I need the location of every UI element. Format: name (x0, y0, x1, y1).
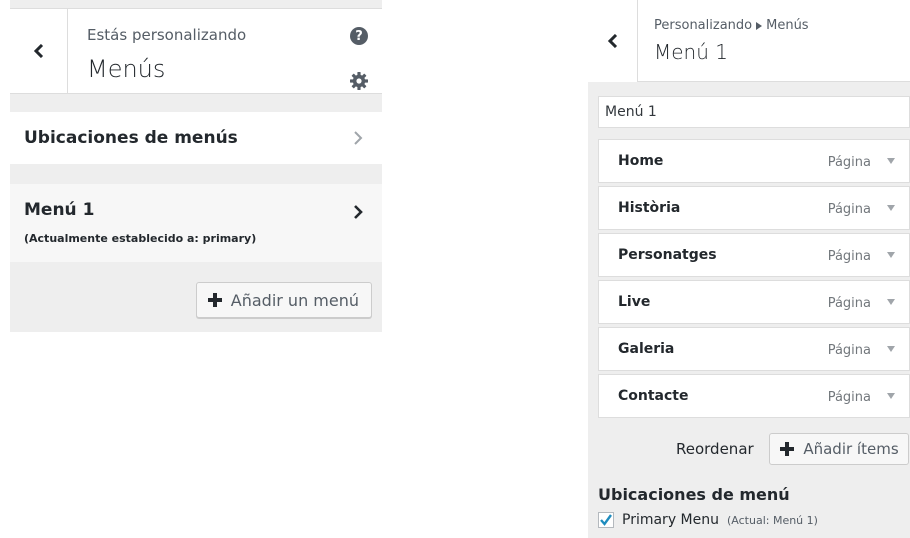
plus-icon (207, 293, 222, 307)
menu-item-title: Galeria (618, 341, 675, 357)
dropdown-arrow-icon[interactable] (887, 346, 895, 352)
primary-menu-label: Primary Menu (622, 512, 719, 528)
chevron-left-icon (607, 34, 617, 48)
menu-item-type: Página (827, 249, 871, 264)
customizer-root-panel: Estás personalizando Menús ? Ubicaciones… (10, 0, 382, 332)
menu-item[interactable]: Personatges Página (598, 233, 910, 277)
menu-edit-panel: Personalizando Menús Menú 1 Home Página … (588, 0, 910, 538)
menu-item-title: Història (618, 200, 681, 216)
menu-item-type: Página (827, 343, 871, 358)
menu-item-type: Página (827, 155, 871, 170)
chevron-left-icon (33, 44, 43, 58)
add-items-button[interactable]: Añadir ítems (769, 433, 909, 465)
add-menu-button[interactable]: Añadir un menú (195, 282, 372, 318)
add-items-label: Añadir ítems (803, 440, 899, 458)
menu-item[interactable]: Història Página (598, 186, 910, 230)
menu-locations-label: Ubicaciones de menús (24, 128, 238, 148)
breadcrumb-arrow-icon (756, 21, 763, 30)
menu-item[interactable]: Contacte Página (598, 374, 910, 418)
plus-icon (780, 442, 795, 456)
gear-icon[interactable] (349, 71, 369, 91)
dropdown-arrow-icon[interactable] (887, 393, 895, 399)
breadcrumb-parent: Personalizando (654, 18, 753, 33)
menu-name-input[interactable] (598, 96, 910, 128)
panel-title: Menú 1 (654, 40, 728, 64)
breadcrumb: Personalizando Menús (654, 18, 809, 33)
menu-item-title: Contacte (618, 388, 689, 404)
menu-section-menu-1[interactable]: Menú 1 (Actualmente establecido a: prima… (10, 184, 382, 262)
chevron-right-icon (354, 131, 363, 145)
primary-menu-current-note: (Actual: Menú 1) (727, 513, 818, 527)
back-button[interactable] (588, 0, 638, 82)
menu-item-type: Página (827, 296, 871, 311)
menu-item[interactable]: Galeria Página (598, 327, 910, 371)
back-button[interactable] (10, 9, 68, 93)
checkmark-icon (600, 514, 612, 526)
menu-title: Menú 1 (24, 200, 95, 220)
reorder-link[interactable]: Reordenar (676, 440, 754, 458)
primary-menu-location: Primary Menu (Actual: Menú 1) (598, 512, 818, 528)
menu-locations-heading: Ubicaciones de menú (598, 485, 790, 504)
menu-item-title: Home (618, 153, 664, 169)
add-menu-label: Añadir un menú (230, 290, 359, 310)
dropdown-arrow-icon[interactable] (887, 158, 895, 164)
primary-menu-checkbox[interactable] (598, 512, 614, 528)
panel-title: Menús (87, 55, 166, 83)
menu-item-type: Página (827, 390, 871, 405)
dropdown-arrow-icon[interactable] (887, 205, 895, 211)
panel-header: Estás personalizando Menús ? (10, 8, 382, 94)
panel-subtitle: Estás personalizando (87, 26, 247, 44)
panel-header: Personalizando Menús Menú 1 (588, 0, 910, 82)
dropdown-arrow-icon[interactable] (887, 252, 895, 258)
breadcrumb-current: Menús (766, 18, 809, 33)
menu-item-title: Personatges (618, 247, 717, 263)
menu-location-description: (Actualmente establecido a: primary) (24, 232, 257, 245)
help-icon[interactable]: ? (350, 27, 368, 45)
chevron-right-icon (354, 205, 363, 219)
menu-item-type: Página (827, 202, 871, 217)
menu-item-title: Live (618, 294, 651, 310)
dropdown-arrow-icon[interactable] (887, 299, 895, 305)
menu-locations-section[interactable]: Ubicaciones de menús (10, 112, 382, 164)
menu-items-list: Home Página Història Página Personatges … (598, 139, 910, 421)
menu-item[interactable]: Home Página (598, 139, 910, 183)
menu-item[interactable]: Live Página (598, 280, 910, 324)
